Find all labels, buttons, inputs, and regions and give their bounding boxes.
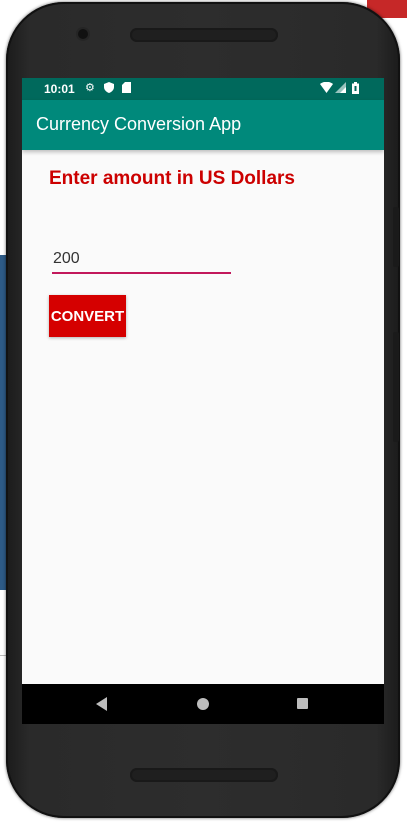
amount-input[interactable]	[52, 246, 231, 274]
bottom-speaker	[130, 768, 278, 782]
volume-button	[393, 332, 399, 442]
shield-icon	[104, 82, 114, 96]
app-title: Currency Conversion App	[36, 114, 242, 134]
recents-icon[interactable]	[297, 698, 308, 709]
settings-icon: ⚙	[85, 82, 95, 94]
convert-button[interactable]: CONVERT	[49, 295, 126, 337]
status-time: 10:01	[44, 82, 75, 96]
amount-prompt-label: Enter amount in US Dollars	[49, 168, 295, 189]
back-icon[interactable]	[96, 697, 107, 711]
signal-icon	[335, 82, 346, 96]
front-camera-icon	[78, 29, 88, 39]
navigation-bar	[22, 684, 384, 724]
app-bar: Currency Conversion App	[22, 100, 384, 150]
phone-frame: 10:01 ⚙ Currency Conversion App Enter am…	[6, 2, 400, 818]
sd-card-icon	[122, 82, 131, 96]
power-button	[393, 207, 399, 267]
home-icon[interactable]	[197, 698, 209, 710]
wifi-icon	[320, 81, 333, 96]
phone-screen: 10:01 ⚙ Currency Conversion App Enter am…	[22, 78, 384, 724]
battery-icon	[352, 82, 359, 97]
earpiece-speaker	[130, 28, 278, 42]
status-bar: 10:01 ⚙	[22, 78, 384, 100]
